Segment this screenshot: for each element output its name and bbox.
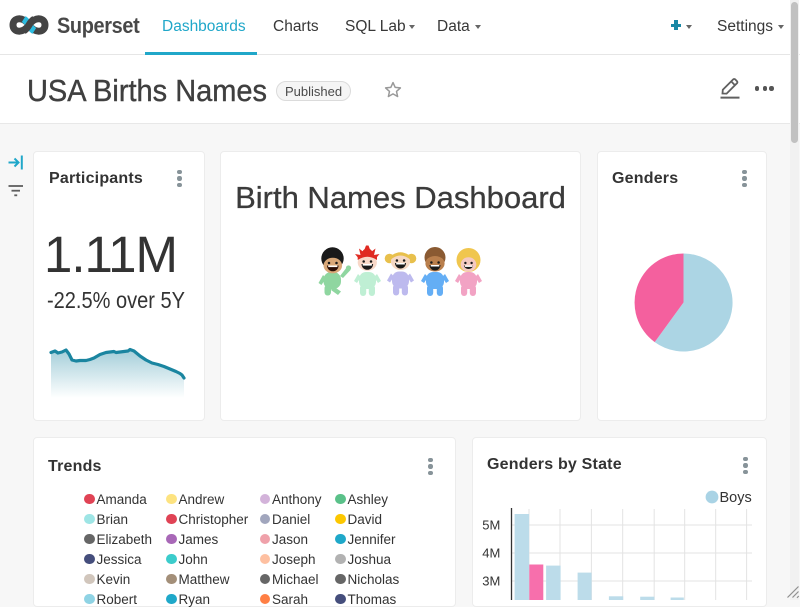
svg-text:5M: 5M bbox=[482, 518, 500, 533]
svg-text:Boys: Boys bbox=[720, 490, 752, 506]
svg-text:3M: 3M bbox=[482, 574, 500, 589]
svg-text:4M: 4M bbox=[482, 546, 500, 561]
